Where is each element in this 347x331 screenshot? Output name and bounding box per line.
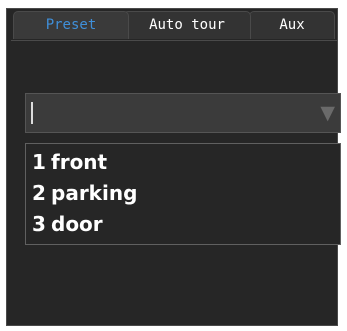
preset-list: 1 front 2 parking 3 door — [25, 143, 341, 245]
tab-preset[interactable]: Preset — [13, 11, 129, 39]
tab-bar: Aux Auto tour Preset — [11, 9, 337, 41]
list-item[interactable]: 3 door — [26, 209, 340, 240]
ptz-control-panel: Aux Auto tour Preset ▼ 1 front 2 parking 3… — [6, 8, 341, 326]
preset-number: 3 — [32, 212, 46, 236]
preset-select[interactable]: ▼ — [25, 93, 341, 133]
preset-name: front — [51, 150, 108, 174]
tab-aux[interactable]: Aux — [249, 11, 335, 39]
list-item[interactable]: 2 parking — [26, 178, 340, 209]
triangle-down-icon[interactable]: ▼ — [320, 102, 335, 124]
text-cursor — [31, 102, 33, 124]
list-item[interactable]: 1 front — [26, 147, 340, 178]
tab-auto-tour[interactable]: Auto tour — [123, 11, 251, 39]
preset-number: 1 — [32, 150, 46, 174]
preset-name: parking — [51, 181, 138, 205]
tab-divider — [11, 40, 337, 41]
preset-name: door — [51, 212, 103, 236]
preset-number: 2 — [32, 181, 46, 205]
